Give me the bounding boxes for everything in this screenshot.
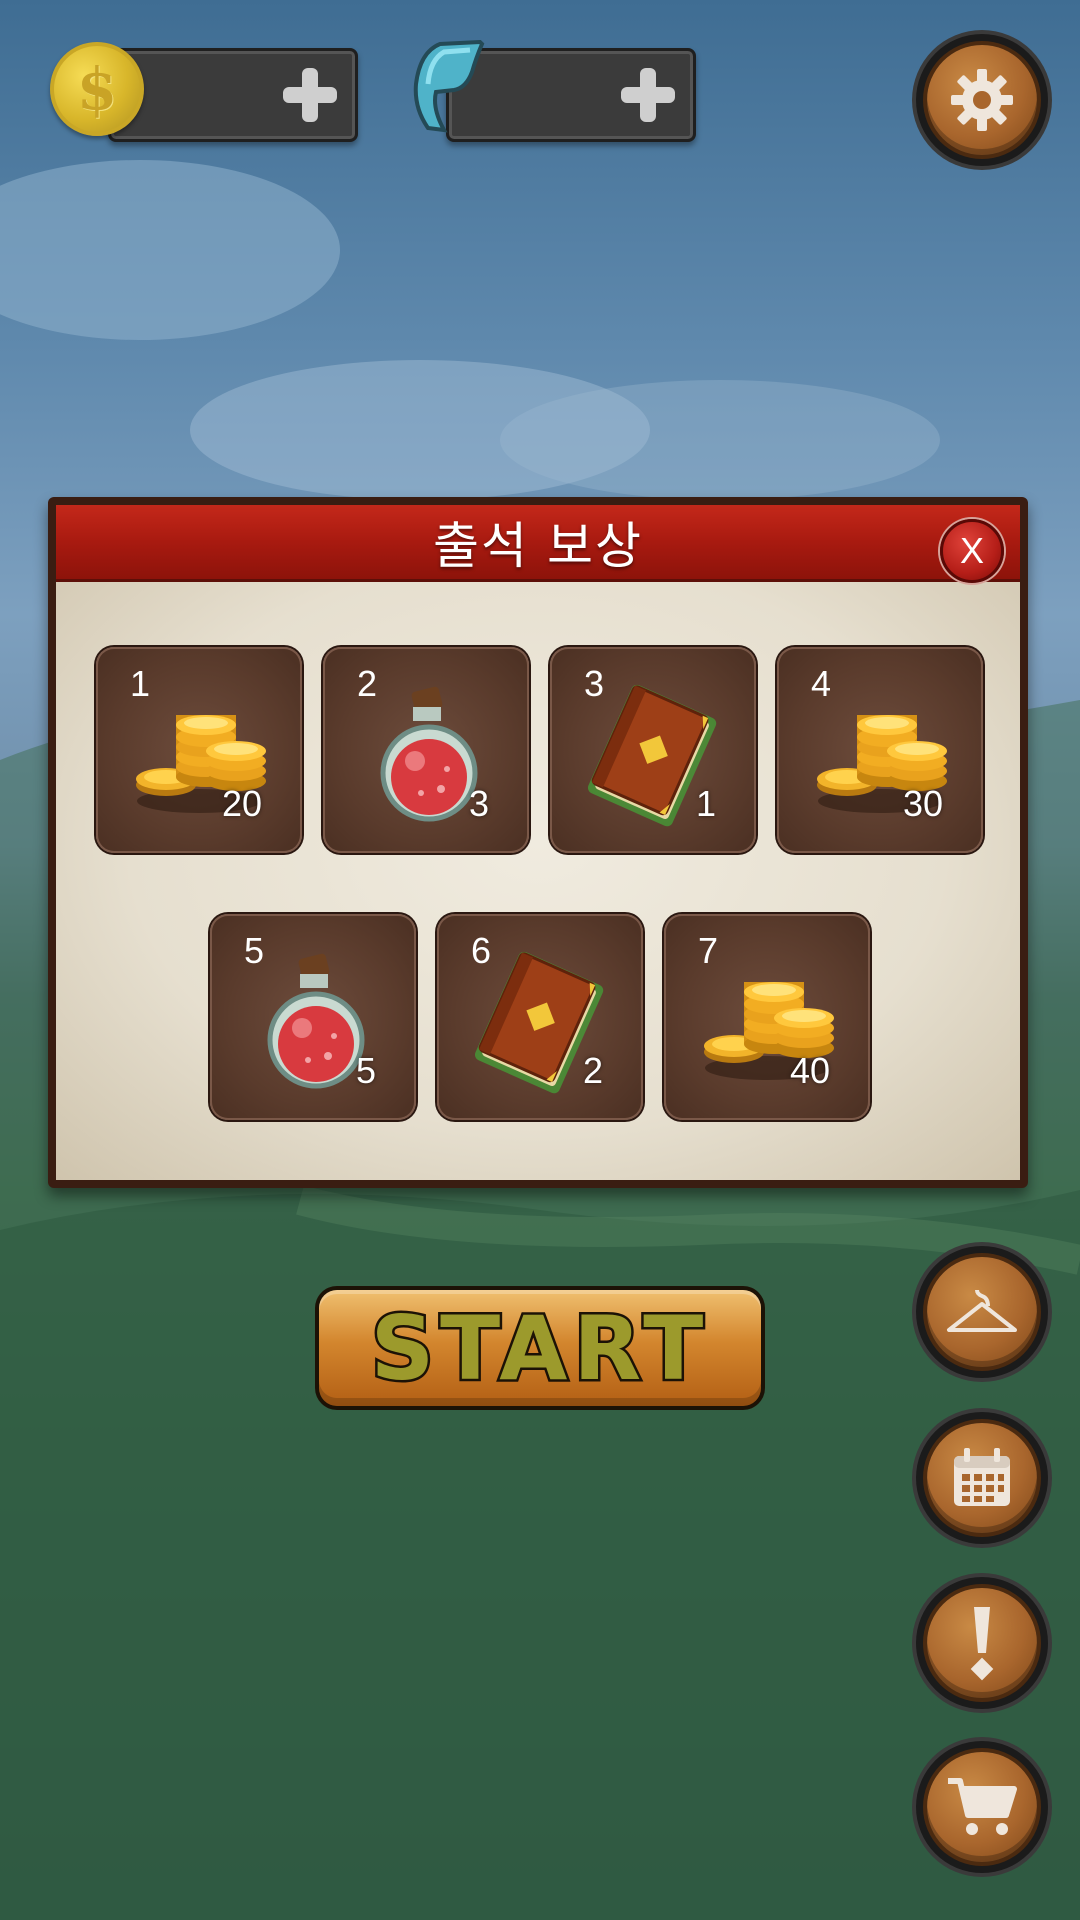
reward-slot-day-6[interactable]: 6 2 bbox=[437, 914, 643, 1120]
reward-day-number: 3 bbox=[584, 663, 605, 704]
reward-quantity: 40 bbox=[789, 1050, 830, 1091]
dialog-title: 출석 보상 bbox=[433, 517, 643, 575]
wardrobe-button[interactable] bbox=[916, 1246, 1048, 1378]
reward-day-number: 5 bbox=[244, 930, 265, 971]
calendar-icon bbox=[954, 1448, 1010, 1506]
reward-day-number: 6 bbox=[471, 930, 492, 971]
cart-icon bbox=[948, 1778, 1017, 1835]
hanger-icon bbox=[947, 1289, 1017, 1332]
close-label: X bbox=[959, 530, 984, 571]
reward-day-number: 2 bbox=[357, 663, 378, 704]
reward-slot-day-3[interactable]: 3 1 bbox=[550, 647, 756, 853]
reward-day-number: 4 bbox=[811, 663, 832, 704]
notice-button[interactable] bbox=[916, 1577, 1048, 1709]
reward-quantity: 20 bbox=[221, 783, 262, 824]
exclamation-icon bbox=[970, 1607, 994, 1681]
coin-icon-glyph: $ bbox=[76, 55, 118, 123]
settings-button[interactable] bbox=[916, 34, 1048, 166]
start-label: START bbox=[368, 1294, 710, 1402]
start-button-face: START bbox=[319, 1290, 761, 1406]
reward-slot-day-4[interactable]: 4 30 bbox=[777, 647, 983, 853]
reward-slot-day-5[interactable]: 5 5 bbox=[210, 914, 416, 1120]
reward-quantity: 5 bbox=[355, 1050, 376, 1091]
reward-quantity: 30 bbox=[902, 783, 943, 824]
settings-icon bbox=[951, 69, 1013, 131]
reward-quantity: 2 bbox=[582, 1050, 603, 1091]
add-coins-button[interactable] bbox=[283, 68, 337, 122]
close-button[interactable]: X bbox=[940, 519, 1004, 583]
attendance-calendar-button[interactable] bbox=[916, 1412, 1048, 1544]
dialog-header: 출석 보상 X bbox=[56, 505, 1020, 583]
reward-quantity: 1 bbox=[695, 783, 716, 824]
reward-slot-day-7[interactable]: 7 40 bbox=[664, 914, 870, 1120]
reward-quantity: 3 bbox=[468, 783, 489, 824]
start-button[interactable]: START bbox=[315, 1286, 765, 1410]
reward-slot-day-2[interactable]: 2 3 bbox=[323, 647, 529, 853]
coin-bar bbox=[108, 48, 358, 142]
reward-day-number: 1 bbox=[130, 663, 151, 704]
lightning-icon bbox=[413, 39, 485, 133]
coin-icon: $ bbox=[50, 42, 144, 136]
attendance-reward-dialog: 출석 보상 X 1 20 2 3 3 1 4 30 5 5 6 2 7 40 bbox=[48, 497, 1028, 1188]
shop-button[interactable] bbox=[916, 1741, 1048, 1873]
reward-slot-day-1[interactable]: 1 20 bbox=[96, 647, 302, 853]
reward-day-number: 7 bbox=[698, 930, 719, 971]
add-energy-button[interactable] bbox=[621, 68, 675, 122]
